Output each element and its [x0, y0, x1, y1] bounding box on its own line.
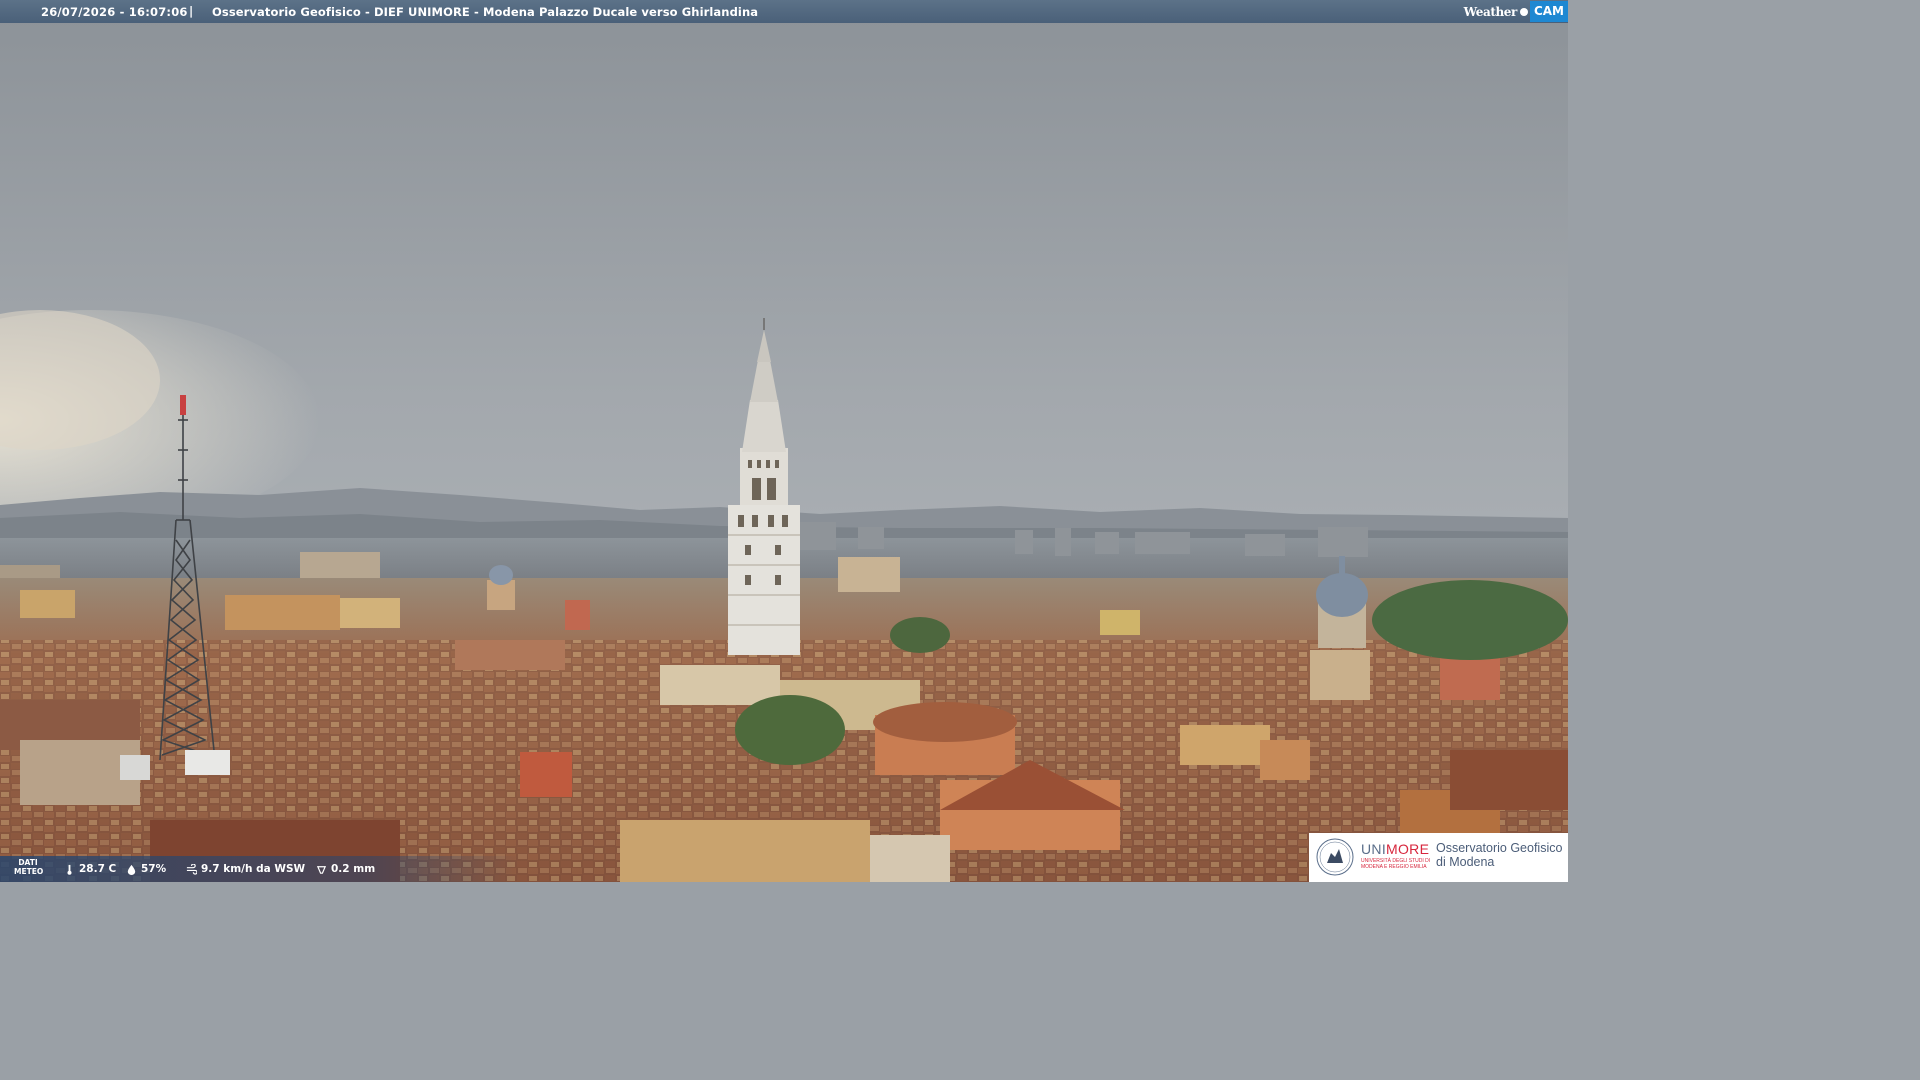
observatory-name: Osservatorio Geofisico di Modena: [1436, 841, 1562, 869]
unimore-logo-panel: UNIMORE UNIVERSITÀ DEGLI STUDI DI MODENA…: [1309, 833, 1568, 882]
observatory-line2: di Modena: [1436, 855, 1495, 869]
meteo-label-line1: DATI: [18, 858, 38, 867]
webcam-scene: [0, 0, 1568, 882]
meteo-label: DATI METEO: [14, 858, 44, 876]
unimore-subtitle: UNIVERSITÀ DEGLI STUDI DI MODENA E REGGI…: [1361, 858, 1431, 870]
rain-gauge-icon: [316, 865, 327, 874]
meteo-label-line2: METEO: [14, 867, 44, 876]
rain-reading: 0.2 mm: [316, 863, 375, 875]
weathercam-dot-icon: [1519, 7, 1528, 16]
observatory-line1: Osservatorio Geofisico: [1436, 841, 1563, 855]
thermometer-icon: [67, 864, 72, 875]
humidity-drop-icon: [127, 864, 136, 875]
weathercam-weather-text: Weather: [1463, 4, 1518, 19]
unimore-seal-icon: [1316, 838, 1354, 876]
humidity-reading: 57%: [126, 863, 166, 875]
temperature-value: 28.7 C: [79, 863, 117, 875]
temperature-reading: 28.7 C: [64, 863, 116, 875]
header-bar: 26/07/2026 - 16:07:06 | Osservatorio Geo…: [0, 0, 1568, 23]
wind-icon: [186, 863, 197, 875]
wind-reading: 9.7 km/h da WSW: [186, 863, 305, 875]
unimore-uni: UNI: [1361, 841, 1387, 857]
humidity-value: 57%: [141, 863, 167, 875]
meteo-data-bar: DATI METEO 28.7 C 57% 9.7 km/h da WSW 0.…: [0, 856, 520, 882]
timestamp: 26/07/2026 - 16:07:06: [41, 5, 188, 19]
weathercam-logo: Weather CAM: [1464, 0, 1568, 23]
unimore-wordmark: UNIMORE: [1361, 841, 1429, 857]
camera-title: Osservatorio Geofisico - DIEF UNIMORE - …: [212, 5, 759, 19]
unimore-more: MORE: [1386, 841, 1430, 857]
weathercam-cam-badge: CAM: [1529, 1, 1568, 22]
rain-value: 0.2 mm: [331, 863, 376, 875]
header-separator: |: [189, 4, 194, 18]
wind-value: 9.7 km/h da WSW: [201, 863, 306, 875]
